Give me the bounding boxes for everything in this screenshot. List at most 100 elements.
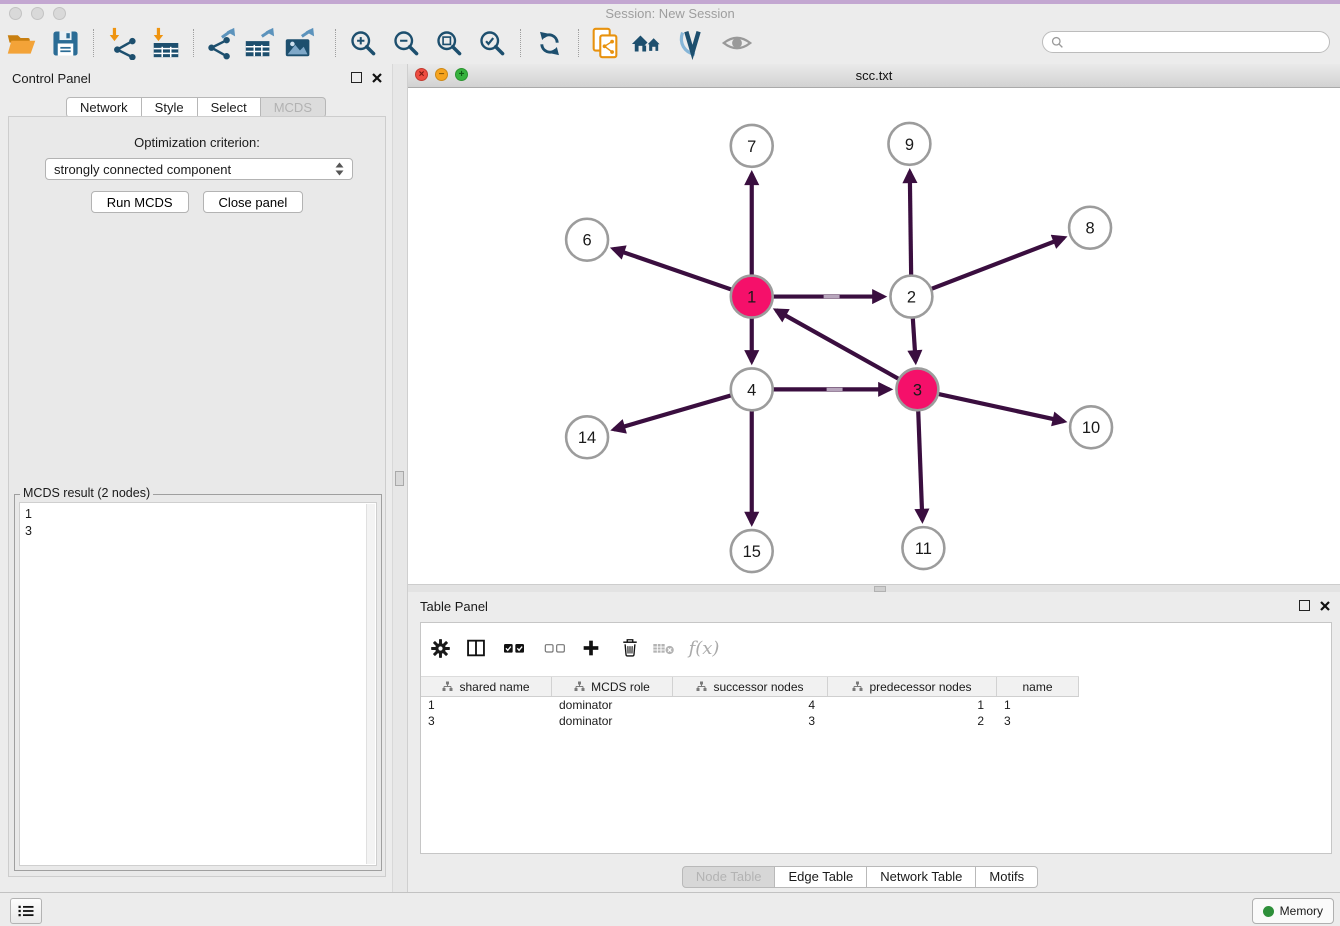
table-panel-title: Table Panel	[420, 599, 488, 614]
export-table-button[interactable]	[241, 25, 277, 61]
tab-select[interactable]: Select	[198, 97, 261, 118]
tab-network-table[interactable]: Network Table	[867, 866, 976, 888]
refresh-view-button[interactable]	[531, 25, 567, 61]
show-status-dialog-button[interactable]	[10, 898, 42, 924]
tab-node-table[interactable]: Node Table	[682, 866, 776, 888]
table-row-0[interactable]: 1dominator411	[421, 697, 1331, 713]
graph-node-label: 14	[578, 429, 596, 447]
select-all-columns-button[interactable]	[499, 633, 529, 663]
home-button[interactable]	[630, 25, 666, 61]
search-input[interactable]	[1069, 34, 1321, 50]
application-window: Session: New Session	[0, 0, 1340, 926]
float-panel-icon[interactable]	[1299, 600, 1310, 611]
zoom-out-button[interactable]	[388, 25, 424, 61]
mcds-result-list[interactable]: 1 3	[19, 502, 377, 866]
control-panel: Control Panel Network Style Select MCDS …	[0, 64, 392, 892]
share-to-web-icon	[588, 26, 622, 60]
import-network-icon	[105, 26, 139, 60]
table-options-button[interactable]	[425, 633, 455, 663]
close-panel-icon[interactable]	[372, 73, 382, 83]
delete-column-button[interactable]	[615, 633, 645, 663]
create-column-button[interactable]	[576, 633, 606, 663]
column-header-name[interactable]: name	[997, 677, 1079, 696]
graph-node-label: 6	[583, 232, 592, 250]
zoom-selected-button[interactable]	[474, 25, 510, 61]
network-window-title: scc.txt	[408, 68, 1340, 83]
network-window-titlebar[interactable]: × − + scc.txt	[408, 64, 1340, 88]
save-session-button[interactable]	[47, 25, 83, 61]
graph-node-label: 1	[747, 289, 756, 307]
graph-node-label: 4	[747, 381, 756, 399]
delete-table-button[interactable]	[649, 633, 679, 663]
table-cell[interactable]: dominator	[552, 698, 673, 712]
zoom-in-icon	[347, 27, 380, 60]
toolbar-separator	[93, 29, 94, 57]
panel-split-divider[interactable]	[392, 64, 408, 892]
tab-network[interactable]: Network	[66, 97, 142, 118]
table-cell[interactable]: 1	[997, 698, 1079, 712]
column-header-predecessor-nodes[interactable]: predecessor nodes	[828, 677, 997, 696]
table-cell[interactable]: 3	[997, 714, 1079, 728]
graph-edge-3-10[interactable]	[917, 389, 1063, 421]
table-cell[interactable]: 3	[421, 714, 552, 728]
export-table-icon	[242, 26, 276, 60]
mcds-result-title: MCDS result (2 nodes)	[20, 486, 153, 500]
table-cell[interactable]: 4	[673, 698, 828, 712]
table-cell[interactable]: 3	[673, 714, 828, 728]
table-cell[interactable]: 1	[828, 698, 997, 712]
export-network-button[interactable]	[202, 25, 238, 61]
graph-node-label: 9	[905, 136, 914, 154]
import-network-button[interactable]	[104, 25, 140, 61]
mcds-result-line: 1	[25, 506, 371, 523]
criterion-select[interactable]: strongly connected component	[45, 158, 353, 180]
memory-button[interactable]: Memory	[1252, 898, 1334, 924]
import-table-button[interactable]	[148, 25, 184, 61]
tab-mcds[interactable]: MCDS	[261, 97, 326, 118]
export-image-button[interactable]	[281, 25, 317, 61]
table-toolbar: f(x)	[421, 623, 1331, 675]
table-cell[interactable]: 2	[828, 714, 997, 728]
network-view-window: × − + scc.txt 12346789101114	[408, 64, 1340, 592]
zoom-fit-button[interactable]	[431, 25, 467, 61]
graph-edge-3-1[interactable]	[776, 310, 917, 389]
graph-node-label: 15	[743, 543, 761, 561]
column-header-mcds-role[interactable]: MCDS role	[552, 677, 673, 696]
graph-node-label: 8	[1085, 220, 1094, 238]
session-title: Session: New Session	[0, 6, 1340, 21]
main-area: Control Panel Network Style Select MCDS …	[0, 64, 1340, 892]
close-panel-button[interactable]: Close panel	[203, 191, 304, 213]
columns-icon	[465, 637, 487, 659]
column-header-shared-name[interactable]: shared name	[421, 677, 552, 696]
tab-edge-table[interactable]: Edge Table	[775, 866, 867, 888]
open-session-button[interactable]	[3, 25, 39, 61]
table-cell[interactable]: 1	[421, 698, 552, 712]
table-row-1[interactable]: 3dominator323	[421, 713, 1331, 729]
search-field[interactable]	[1042, 31, 1330, 53]
graph-edge-2-8[interactable]	[911, 238, 1064, 297]
network-table-split[interactable]	[408, 584, 1340, 592]
houses-icon	[631, 26, 665, 60]
float-panel-icon[interactable]	[351, 72, 362, 83]
result-scrollbar[interactable]	[366, 504, 375, 864]
plus-icon	[580, 637, 602, 659]
tab-motifs[interactable]: Motifs	[976, 866, 1038, 888]
zoom-in-button[interactable]	[345, 25, 381, 61]
close-panel-icon[interactable]	[1320, 601, 1330, 611]
table-cell[interactable]: dominator	[552, 714, 673, 728]
zoom-out-icon	[390, 27, 423, 60]
table-header-row: shared name MCDS role	[421, 676, 1079, 697]
function-builder-button[interactable]: f(x)	[689, 633, 719, 663]
validate-button[interactable]	[674, 25, 710, 61]
divider-grip[interactable]	[395, 471, 404, 486]
network-canvas[interactable]: 1234678910111415	[408, 88, 1340, 584]
main-toolbar	[0, 22, 1340, 65]
deselect-all-columns-button[interactable]	[540, 633, 570, 663]
share-network-web-button[interactable]	[587, 25, 623, 61]
column-header-successor-nodes[interactable]: successor nodes	[673, 677, 828, 696]
show-hide-button[interactable]	[719, 25, 755, 61]
show-columns-button[interactable]	[461, 633, 491, 663]
tab-style[interactable]: Style	[142, 97, 198, 118]
optimization-criterion-label: Optimization criterion:	[9, 135, 385, 150]
run-mcds-button[interactable]: Run MCDS	[91, 191, 189, 213]
network-graph[interactable]: 1234678910111415	[408, 88, 1340, 584]
